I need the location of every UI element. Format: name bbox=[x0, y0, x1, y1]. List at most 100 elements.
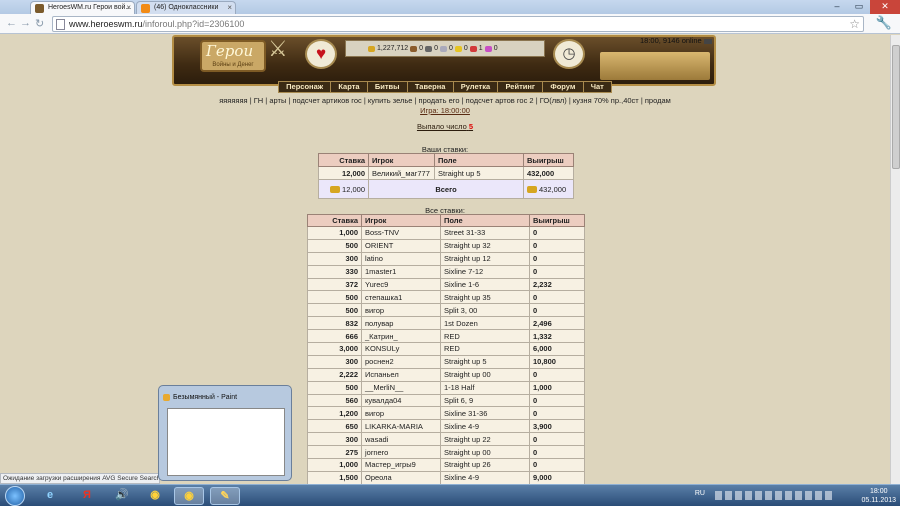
player-cell[interactable]: роснен2 bbox=[361, 354, 441, 369]
tray-icon[interactable] bbox=[825, 491, 832, 500]
player-cell[interactable]: wasadi bbox=[361, 432, 441, 447]
player-cell[interactable]: LIKARKA-MARIA bbox=[361, 419, 441, 434]
player-cell[interactable]: latino bbox=[361, 251, 441, 266]
status-bar: Ожидание загрузки расширения AVG Secure … bbox=[0, 473, 160, 484]
media-player-icon[interactable]: 🔊 bbox=[107, 487, 137, 505]
bet-cell: 500 bbox=[307, 238, 362, 253]
table-row: 500 ORIENT Straight up 32 0 bbox=[307, 238, 585, 253]
tray-clock[interactable]: 18:00 05.11.2013 bbox=[861, 487, 896, 505]
ie-icon[interactable]: e bbox=[35, 487, 65, 505]
page-scrollbar[interactable] bbox=[890, 35, 900, 485]
field-cell: RED bbox=[440, 329, 530, 344]
mercury-icon bbox=[439, 45, 447, 52]
player-cell[interactable]: _Катрин_ bbox=[361, 329, 441, 344]
player-cell[interactable]: ORIENT bbox=[361, 238, 441, 253]
paint-preview-image[interactable] bbox=[167, 408, 285, 476]
player-cell[interactable]: Boss-TNV bbox=[361, 226, 441, 240]
close-tab-icon[interactable]: × bbox=[126, 3, 131, 12]
field-cell: Split 3, 00 bbox=[440, 303, 530, 318]
health-heart-icon[interactable]: ♥ bbox=[305, 39, 337, 69]
menu-forum[interactable]: Форум bbox=[543, 82, 584, 92]
player-cell[interactable]: Мастер_игры9 bbox=[361, 458, 441, 472]
player-cell[interactable]: Великий_маг777 bbox=[368, 166, 435, 180]
player-cell[interactable]: Испаньел bbox=[361, 367, 441, 382]
win-cell: 1,000 bbox=[529, 380, 585, 395]
column-header: Поле bbox=[440, 214, 530, 227]
tray-icon[interactable] bbox=[775, 491, 782, 500]
tray-icon[interactable] bbox=[725, 491, 732, 500]
tab-odnoklassniki[interactable]: (46) Одноклассники × bbox=[136, 1, 236, 14]
wrench-menu-icon[interactable]: 🔧 bbox=[876, 15, 892, 31]
field-cell: Straight up 32 bbox=[440, 238, 530, 253]
paint-preview-title: Безымянный - Paint bbox=[162, 394, 238, 401]
timer-icon[interactable]: ◷ bbox=[553, 39, 585, 69]
menu-map[interactable]: Карта bbox=[331, 82, 368, 92]
field-cell: Straight up 5 bbox=[434, 166, 524, 180]
column-header: Ставка bbox=[307, 214, 362, 227]
tray-icon[interactable] bbox=[735, 491, 742, 500]
tray-icon[interactable] bbox=[755, 491, 762, 500]
resources-bar: 1,227,712 0 0 0 0 1 0 bbox=[345, 40, 545, 57]
minimize-icon[interactable]: – bbox=[826, 0, 848, 14]
game-time-link[interactable]: Игра: 18:00:00 bbox=[0, 106, 890, 115]
paint-icon[interactable]: ✎ bbox=[210, 487, 240, 505]
chrome-active-icon[interactable]: ◉ bbox=[174, 487, 204, 505]
menu-chat[interactable]: Чат bbox=[584, 82, 611, 92]
menu-rating[interactable]: Рейтинг bbox=[498, 82, 544, 92]
bet-cell: 832 bbox=[307, 316, 362, 331]
window-controls: – ▭ ✕ bbox=[826, 0, 900, 14]
menu-character[interactable]: Персонаж bbox=[279, 82, 332, 92]
roulette-result[interactable]: Выпало число 5 bbox=[0, 122, 890, 131]
player-cell[interactable]: полувар bbox=[361, 316, 441, 331]
scrollbar-thumb[interactable] bbox=[892, 45, 900, 169]
tray-icon[interactable] bbox=[805, 491, 812, 500]
tray-icon[interactable] bbox=[815, 491, 822, 500]
reload-icon[interactable]: ↻ bbox=[35, 17, 44, 30]
field-cell: Sixline 4-9 bbox=[440, 419, 530, 434]
menu-roulette[interactable]: Рулетка bbox=[454, 82, 499, 92]
chrome-icon[interactable]: ◉ bbox=[140, 487, 170, 505]
ore-amount: 0 bbox=[434, 45, 438, 52]
quick-links[interactable]: яяяяяяя | ГН | арты | подсчет артиков го… bbox=[0, 96, 890, 105]
menu-tavern[interactable]: Таверна bbox=[408, 82, 454, 92]
paint-taskbar-preview[interactable]: Безымянный - Paint bbox=[158, 385, 292, 481]
player-cell[interactable]: 1master1 bbox=[361, 264, 441, 279]
player-cell[interactable]: вигор bbox=[361, 303, 441, 318]
forward-arrow-icon[interactable]: → bbox=[20, 17, 31, 29]
win-cell: 9,000 bbox=[529, 470, 585, 485]
win-cell: 0 bbox=[529, 303, 585, 318]
table-row: 832 полувар 1st Dozen 2,496 bbox=[307, 316, 585, 331]
player-cell[interactable]: jornero bbox=[361, 445, 441, 460]
address-bar[interactable]: www.heroeswm.ru/inforoul.php?id=2306100 … bbox=[52, 16, 864, 32]
tray-icon[interactable] bbox=[715, 491, 722, 500]
player-cell[interactable]: степашка1 bbox=[361, 290, 441, 305]
player-cell[interactable]: KONSULy bbox=[361, 342, 441, 356]
tab-heroeswm[interactable]: HeroesWM.ru Герои вой... × bbox=[30, 1, 135, 14]
bet-cell: 1,000 bbox=[307, 226, 362, 240]
close-tab-icon[interactable]: × bbox=[227, 3, 232, 12]
field-cell: Split 6, 9 bbox=[440, 393, 530, 408]
player-cell[interactable]: вигор bbox=[361, 406, 441, 421]
tray-icon[interactable] bbox=[785, 491, 792, 500]
table-row: 666 _Катрин_ RED 1,332 bbox=[307, 329, 585, 344]
clock-text: 18:00, 9146 online bbox=[640, 36, 702, 45]
menu-battles[interactable]: Битвы bbox=[368, 82, 408, 92]
maximize-icon[interactable]: ▭ bbox=[848, 0, 870, 14]
tray-icon[interactable] bbox=[765, 491, 772, 500]
page-icon bbox=[56, 19, 65, 30]
player-cell[interactable]: __MerliN__ bbox=[361, 380, 441, 395]
language-indicator[interactable]: RU bbox=[695, 490, 705, 497]
back-arrow-icon[interactable]: ← bbox=[6, 17, 17, 29]
start-button[interactable] bbox=[5, 486, 25, 506]
table-row: 500 __MerliN__ 1-18 Half 1,000 bbox=[307, 380, 585, 395]
tray-icon[interactable] bbox=[745, 491, 752, 500]
player-cell[interactable]: Ореола bbox=[361, 470, 441, 485]
gold-amount: 1,227,712 bbox=[377, 45, 409, 52]
bookmark-star-icon[interactable]: ☆ bbox=[849, 17, 860, 31]
yandex-icon[interactable]: Я bbox=[72, 487, 102, 505]
close-window-icon[interactable]: ✕ bbox=[870, 0, 900, 14]
mail-icon[interactable] bbox=[703, 38, 712, 44]
player-cell[interactable]: кувалда04 bbox=[361, 393, 441, 408]
tray-icon[interactable] bbox=[795, 491, 802, 500]
player-cell[interactable]: Yurec9 bbox=[361, 277, 441, 292]
